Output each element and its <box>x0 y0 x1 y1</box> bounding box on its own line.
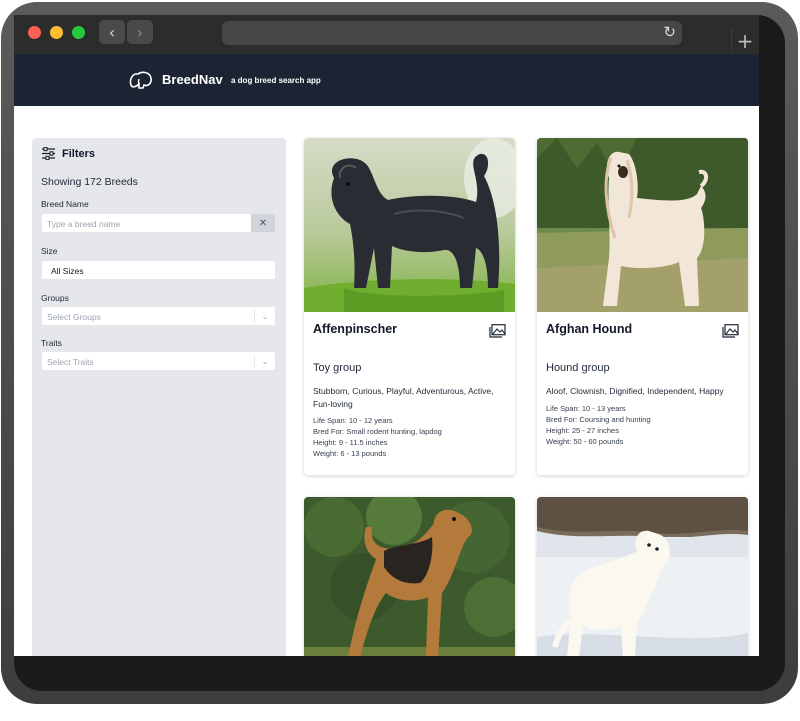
breed-card[interactable]: Affenpinscher Toy group Stubborn, Curiou… <box>304 138 515 475</box>
app-name[interactable]: BreedNav <box>162 72 223 87</box>
breed-temperament: Stubborn, Curious, Playful, Adventurous,… <box>313 386 494 409</box>
breed-weight: Weight: 50 - 60 pounds <box>546 437 624 446</box>
traits-placeholder: Select Traits <box>47 357 94 367</box>
chevron-down-icon[interactable]: ⌄ <box>254 310 275 322</box>
results-count: Showing 172 Breeds <box>41 176 138 188</box>
breed-bred-for: Bred For: Small rodent hunting, lapdog <box>313 427 442 436</box>
breed-name: Affenpinscher <box>313 322 398 336</box>
maximize-window-button[interactable] <box>72 26 85 39</box>
app-tagline: a dog breed search app <box>231 76 321 85</box>
app-header: BreedNav a dog breed search app <box>14 54 759 106</box>
breed-group: Hound group <box>546 362 610 374</box>
back-button[interactable]: ‹ <box>99 20 125 44</box>
chevron-left-icon: ‹ <box>108 22 116 42</box>
breed-card[interactable]: Afghan Hound Hound group Aloof, Clownish… <box>537 138 748 475</box>
address-bar[interactable]: ↻ <box>222 21 682 45</box>
breed-photo <box>537 497 748 656</box>
groups-select[interactable]: Select Groups ⌄ <box>41 306 276 326</box>
chevron-down-icon[interactable]: ⌄ <box>254 355 275 367</box>
breed-photo <box>304 138 515 312</box>
filters-header: Filters <box>41 147 95 160</box>
breed-name-input[interactable]: Type a breed name ✕ <box>41 213 276 233</box>
breed-life-span: Life Span: 10 - 12 years <box>313 416 393 425</box>
sliders-icon <box>42 147 55 160</box>
breed-height: Height: 25 - 27 inches <box>546 426 619 435</box>
minimize-window-button[interactable] <box>50 26 63 39</box>
breed-bred-for: Bred For: Coursing and hunting <box>546 415 651 424</box>
breed-life-span: Life Span: 10 - 13 years <box>546 404 626 413</box>
breed-card[interactable] <box>537 497 748 656</box>
breed-name-label: Breed Name <box>41 199 89 209</box>
size-label: Size <box>41 246 58 256</box>
size-select[interactable]: All Sizes <box>41 260 276 280</box>
clear-breed-name-button[interactable]: ✕ <box>251 214 275 232</box>
forward-button[interactable]: › <box>127 20 153 44</box>
breed-height: Height: 9 - 11.5 inches <box>313 438 388 447</box>
image-gallery-icon[interactable] <box>722 324 739 338</box>
close-window-button[interactable] <box>28 26 41 39</box>
groups-label: Groups <box>41 293 69 303</box>
breed-card[interactable] <box>304 497 515 656</box>
web-page: BreedNav a dog breed search app Filters … <box>14 54 759 656</box>
filters-title: Filters <box>62 147 96 160</box>
filters-sidebar: Filters Showing 172 Breeds Breed Name Ty… <box>32 138 286 656</box>
plus-icon: + <box>736 29 754 53</box>
dog-logo-icon <box>129 71 152 89</box>
close-icon: ✕ <box>258 217 268 229</box>
breed-name: Afghan Hound <box>546 322 633 336</box>
groups-placeholder: Select Groups <box>47 312 101 322</box>
breed-weight: Weight: 6 - 13 pounds <box>313 449 387 458</box>
image-gallery-icon[interactable] <box>489 324 506 338</box>
traits-select[interactable]: Select Traits ⌄ <box>41 351 276 371</box>
reload-icon[interactable]: ↻ <box>663 23 676 41</box>
chevron-right-icon: › <box>136 22 144 42</box>
new-tab-button[interactable]: + <box>731 28 758 54</box>
breed-photo <box>537 138 748 312</box>
traits-label: Traits <box>41 338 62 348</box>
breed-name-placeholder: Type a breed name <box>47 219 121 229</box>
size-select-value: All Sizes <box>51 266 84 276</box>
breed-group: Toy group <box>313 362 362 374</box>
breed-temperament: Aloof, Clownish, Dignified, Independent,… <box>546 386 724 396</box>
breed-photo <box>304 497 515 656</box>
